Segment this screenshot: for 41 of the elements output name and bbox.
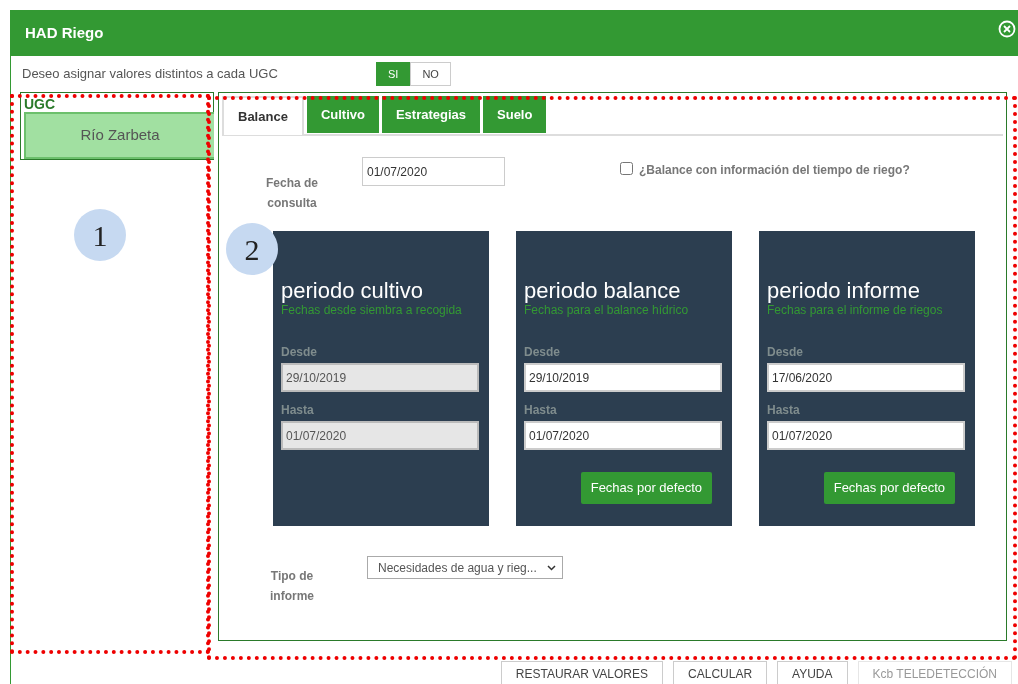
toggle-option[interactable]: SI bbox=[376, 62, 411, 86]
card-title: periodo informe bbox=[767, 279, 921, 303]
field-label: Desde bbox=[281, 344, 319, 361]
window-title: HAD Riego bbox=[25, 22, 104, 43]
ugc-item[interactable]: Río Zarbeta bbox=[24, 112, 214, 159]
card-subtitle: Fechas para el informe de riegos bbox=[767, 303, 944, 317]
date-field[interactable]: 01/07/2020 bbox=[524, 421, 722, 450]
close-icon[interactable] bbox=[998, 20, 1016, 38]
default-dates-button[interactable]: Fechas por defecto bbox=[580, 472, 712, 504]
footer-button[interactable]: CALCULAR bbox=[673, 661, 768, 684]
caret-icon bbox=[546, 564, 556, 571]
field-label: Fecha de consulta bbox=[265, 175, 319, 212]
checkbox[interactable] bbox=[620, 162, 633, 175]
field-label: Tipo de informe bbox=[269, 568, 315, 605]
report-type-dropdown[interactable]: Necesidades de agua y rieg... bbox=[367, 556, 563, 579]
card-subtitle: Fechas para el balance hídrico bbox=[524, 303, 690, 317]
annotation-marker: 1 bbox=[74, 209, 126, 261]
footer-button[interactable]: AYUDA bbox=[777, 661, 848, 684]
date-field[interactable]: 01/07/2020 bbox=[767, 421, 965, 450]
tab[interactable]: Balance bbox=[222, 96, 304, 135]
field-label: Desde bbox=[767, 344, 805, 361]
panel-title: UGC bbox=[24, 96, 57, 112]
field-label: Desde bbox=[524, 344, 562, 361]
field-label: Hasta bbox=[524, 402, 558, 419]
tab[interactable]: Cultivo bbox=[306, 96, 379, 133]
checkbox-label: ¿Balance con información del tiempo de riego? bbox=[639, 162, 910, 179]
tab[interactable]: Suelo bbox=[483, 96, 547, 133]
default-dates-button[interactable]: Fechas por defecto bbox=[823, 472, 955, 504]
field-label: Hasta bbox=[281, 402, 315, 419]
card-title: periodo balance bbox=[524, 279, 682, 303]
date-field[interactable]: 29/10/2019 bbox=[524, 363, 722, 392]
footer-button[interactable]: RESTAURAR VALORES bbox=[500, 661, 664, 684]
tab[interactable]: Estrategias bbox=[381, 96, 481, 133]
toggle-option[interactable]: NO bbox=[410, 62, 451, 86]
date-field[interactable]: 01/07/2020 bbox=[362, 157, 505, 186]
annotation-marker: 2 bbox=[226, 223, 278, 275]
date-field[interactable]: 17/06/2020 bbox=[767, 363, 965, 392]
toggle-label: Deseo asignar valores distintos a cada UGC bbox=[22, 65, 279, 84]
card-title: periodo cultivo bbox=[281, 279, 424, 303]
card-subtitle: Fechas desde siembra a recogida bbox=[281, 303, 463, 317]
field-label: Hasta bbox=[767, 402, 801, 419]
